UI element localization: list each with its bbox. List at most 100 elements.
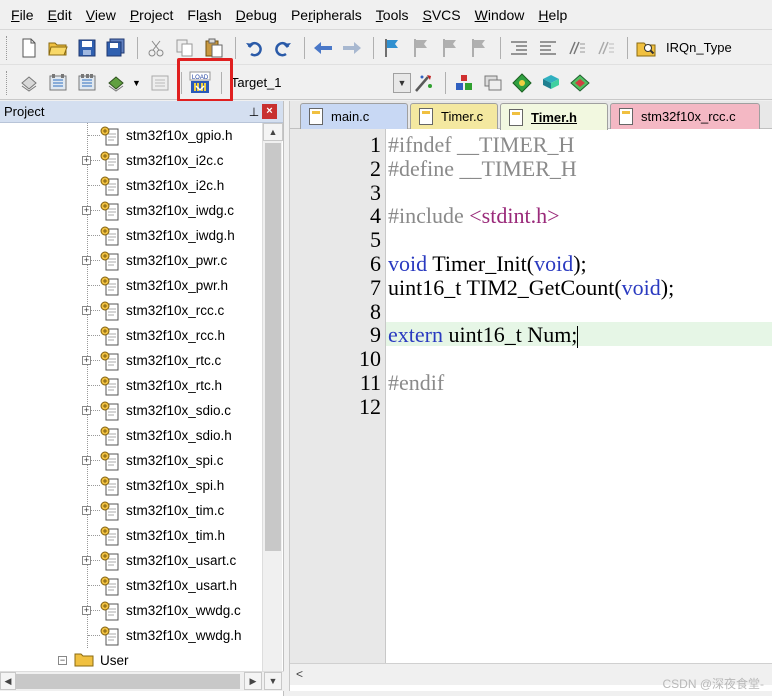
scrollbar-thumb[interactable] [16,674,240,689]
menu-window[interactable]: Window [468,0,532,30]
toolbar-grip[interactable] [6,70,10,95]
code-line[interactable]: #ifndef __TIMER_H [388,132,574,158]
tree-item-file[interactable]: stm32f10x_rtc.c [100,348,221,373]
expand-icon[interactable]: + [82,356,91,365]
menu-file[interactable]: File [4,0,41,30]
scroll-left-icon[interactable]: ◀ [0,672,16,690]
code-line[interactable]: void Timer_Init(void); [388,251,587,277]
tree-item-file[interactable]: stm32f10x_iwdg.h [100,223,235,248]
indent-icon[interactable] [506,35,532,61]
manage-project-items-icon[interactable] [451,70,477,96]
tab-timer-c[interactable]: Timer.c [410,103,498,129]
scroll-right-icon[interactable]: ▶ [244,672,262,690]
vertical-scrollbar[interactable]: ▲ [262,123,283,671]
next-bookmark-icon[interactable] [437,35,463,61]
code-line[interactable]: uint16_t TIM2_GetCount(void); [388,275,674,301]
tree-item-file[interactable]: stm32f10x_wwdg.h [100,623,242,648]
menu-peripherals[interactable]: Peripherals [284,0,369,30]
tree-item-file[interactable]: stm32f10x_sdio.h [100,423,232,448]
tree-item-file[interactable]: stm32f10x_rcc.c [100,298,224,323]
tree-item-file[interactable]: stm32f10x_rcc.h [100,323,225,348]
stop-build-icon[interactable] [147,70,173,96]
find-combo[interactable]: IRQn_Type [666,40,732,55]
undo-icon[interactable] [241,35,267,61]
tree-item-file[interactable]: stm32f10x_gpio.h [100,123,233,148]
prev-bookmark-icon[interactable] [408,35,434,61]
rebuild-icon[interactable] [74,70,100,96]
batch-build-icon[interactable] [103,70,129,96]
horizontal-scrollbar[interactable]: ◀ ▶ ▼ [0,671,284,691]
chevron-down-icon[interactable]: ▼ [132,78,141,88]
expand-icon[interactable]: + [82,556,91,565]
tree-item-file[interactable]: stm32f10x_i2c.h [100,173,224,198]
copy-icon[interactable] [172,35,198,61]
code-line[interactable]: #include <stdint.h> [388,203,559,229]
tab-main-c[interactable]: main.c [300,103,408,129]
find-in-files-icon[interactable] [633,35,659,61]
scrollbar-thumb[interactable] [265,143,281,551]
menu-flash[interactable]: Flash [180,0,228,30]
menu-debug[interactable]: Debug [229,0,284,30]
tree-item-file[interactable]: stm32f10x_iwdg.c [100,198,234,223]
expand-icon[interactable]: + [82,206,91,215]
code-line[interactable]: #endif [388,370,444,396]
nav-forward-icon[interactable] [339,35,365,61]
cut-icon[interactable] [143,35,169,61]
open-folder-icon[interactable] [45,35,71,61]
menu-project[interactable]: Project [123,0,181,30]
tree-item-file[interactable]: stm32f10x_spi.h [100,473,224,498]
clear-bookmarks-icon[interactable] [466,35,492,61]
tree-item-file[interactable]: stm32f10x_pwr.h [100,273,228,298]
scroll-up-icon[interactable]: ▲ [263,123,283,141]
expand-icon[interactable]: + [82,506,91,515]
expand-icon[interactable]: + [82,156,91,165]
tree-group-user[interactable]: User [74,648,129,671]
save-icon[interactable] [74,35,100,61]
save-all-icon[interactable] [103,35,129,61]
options-for-target-icon[interactable] [411,70,437,96]
redo-icon[interactable] [270,35,296,61]
download-load-button[interactable]: LOAD [187,70,213,96]
select-packs-icon[interactable] [480,70,506,96]
tree-item-file[interactable]: stm32f10x_usart.h [100,573,237,598]
menu-edit[interactable]: Edit [41,0,79,30]
chevron-down-icon[interactable]: ▼ [392,72,411,93]
menu-svcs[interactable]: SVCS [415,0,467,30]
tree-item-file[interactable]: stm32f10x_i2c.c [100,148,224,173]
menu-help[interactable]: Help [531,0,574,30]
tree-item-file[interactable]: stm32f10x_wwdg.c [100,598,241,623]
menu-view[interactable]: View [79,0,123,30]
expand-icon[interactable]: + [82,406,91,415]
build-icon[interactable] [45,70,71,96]
software-packs-icon[interactable] [567,70,593,96]
tree-item-file[interactable]: stm32f10x_rtc.h [100,373,222,398]
toolbar-grip[interactable] [6,35,10,60]
tree-item-file[interactable]: stm32f10x_sdio.c [100,398,231,423]
scroll-left-icon[interactable]: < [296,667,303,681]
translate-icon[interactable] [16,70,42,96]
code-line[interactable]: extern uint16_t Num; [388,322,579,349]
tab-timer-h[interactable]: Timer.h [500,103,608,130]
manage-rte-icon[interactable] [509,70,535,96]
expand-icon[interactable]: + [82,256,91,265]
tree-item-file[interactable]: stm32f10x_tim.h [100,523,225,548]
tree-item-file[interactable]: stm32f10x_spi.c [100,448,224,473]
pack-installer-icon[interactable] [538,70,564,96]
paste-icon[interactable] [201,35,227,61]
code-area[interactable]: #ifndef __TIMER_H #define __TIMER_H #inclu… [386,129,772,663]
unindent-icon[interactable] [535,35,561,61]
target-select[interactable]: Target_1 ▼ [229,71,411,95]
uncomment-icon[interactable] [593,35,619,61]
code-line[interactable]: #define __TIMER_H [388,156,577,182]
tab-stm32f10x-rcc-c[interactable]: stm32f10x_rcc.c [610,103,760,129]
comment-icon[interactable] [564,35,590,61]
expand-icon[interactable]: + [82,606,91,615]
tree-item-file[interactable]: stm32f10x_usart.c [100,548,236,573]
new-file-icon[interactable] [16,35,42,61]
tree-item-file[interactable]: stm32f10x_pwr.c [100,248,227,273]
expand-icon[interactable]: + [82,456,91,465]
menu-tools[interactable]: Tools [369,0,416,30]
pin-icon[interactable]: ⊥ [246,105,262,119]
tree-item-file[interactable]: stm32f10x_tim.c [100,498,224,523]
scroll-down-icon[interactable]: ▼ [264,672,282,690]
